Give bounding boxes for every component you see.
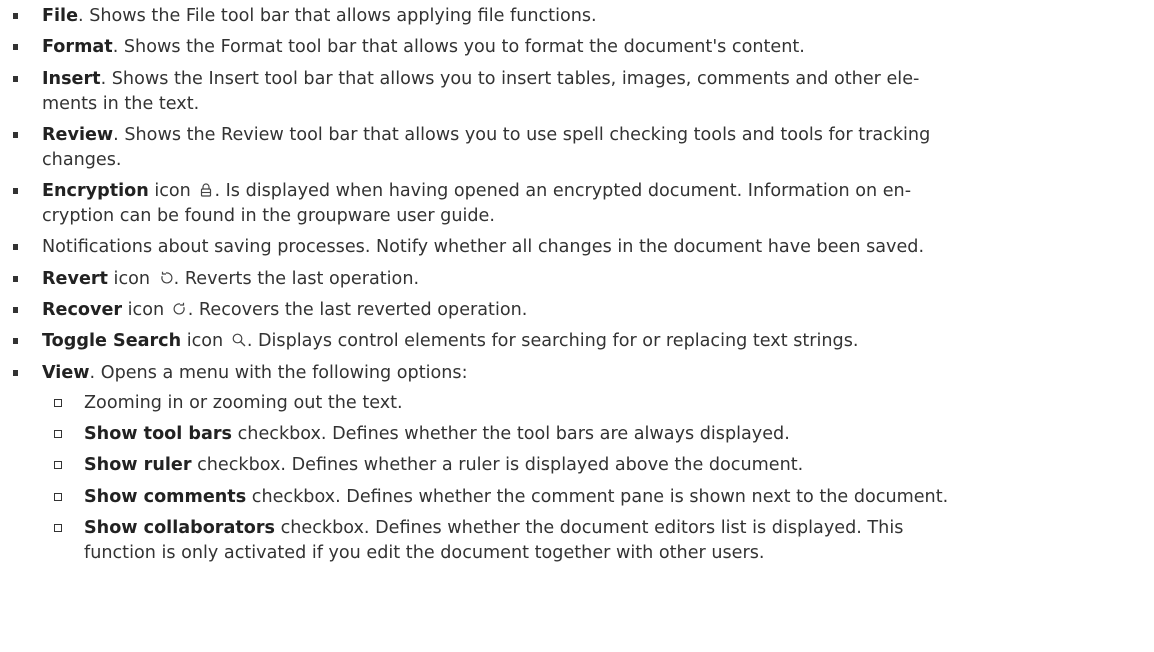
- redo-icon: [172, 301, 188, 317]
- bullet-icon: [13, 13, 18, 19]
- item-description-continued: function is only activated if you edit t…: [84, 542, 765, 563]
- item-description-continued: changes.: [42, 149, 122, 170]
- term-format: Format: [42, 37, 113, 58]
- view-option-show-ruler: Show ruler checkbox. Defines whether a r…: [0, 453, 1148, 478]
- list-item-insert: Insert. Shows the Insert tool bar that a…: [0, 67, 1154, 117]
- term-view: View: [42, 362, 90, 383]
- bullet-icon: [13, 275, 18, 282]
- view-options-list: Zooming in or zooming out the text. Show…: [42, 391, 1148, 566]
- list-item-notifications: Notifications about saving processes. No…: [0, 235, 1154, 260]
- item-description-continued: cryption can be found in the groupware u…: [42, 206, 495, 227]
- item-description: checkbox. Defines whether a ruler is dis…: [191, 455, 804, 476]
- item-description: checkbox. Defines whether the document e…: [275, 517, 904, 538]
- lock-icon: [198, 182, 214, 198]
- view-option-show-comments: Show comments checkbox. Defines whether …: [0, 485, 1148, 510]
- view-option-show-tool-bars: Show tool bars checkbox. Defines whether…: [0, 422, 1148, 447]
- search-icon: [231, 332, 247, 348]
- list-item-toggle-search: Toggle Search icon . Displays control el…: [0, 329, 1154, 354]
- view-option-zoom: Zooming in or zooming out the text.: [0, 391, 1148, 416]
- item-description: . Shows the Format tool bar that allows …: [112, 37, 805, 58]
- term-revert: Revert: [42, 268, 108, 289]
- item-description: . Shows the Insert tool bar that allows …: [100, 68, 920, 89]
- help-document: File. Shows the File tool bar that allow…: [0, 0, 1154, 566]
- icon-word: icon: [107, 268, 156, 289]
- sub-bullet-icon: [54, 523, 62, 532]
- sub-bullet-icon: [54, 429, 62, 438]
- bullet-icon: [13, 75, 18, 82]
- bullet-icon: [13, 369, 18, 376]
- list-item-recover: Recover icon . Recovers the last reverte…: [0, 298, 1154, 323]
- list-item-review: Review. Shows the Review tool bar that a…: [0, 123, 1154, 173]
- icon-word: icon: [122, 300, 170, 321]
- list-item-format: Format. Shows the Format tool bar that a…: [0, 35, 1154, 60]
- sub-bullet-icon: [54, 492, 62, 501]
- bullet-icon: [13, 44, 18, 51]
- item-description: Notifications about saving processes. No…: [42, 237, 925, 258]
- list-item-revert: Revert icon . Reverts the last operation…: [0, 267, 1154, 292]
- sub-bullet-icon: [54, 398, 62, 407]
- item-description: . Displays control elements for searchin…: [246, 331, 859, 352]
- term-encryption: Encryption: [42, 181, 149, 202]
- term-file: File: [42, 6, 79, 26]
- item-description: . Opens a menu with the following option…: [89, 362, 468, 383]
- item-description: checkbox. Defines whether the tool bars …: [232, 423, 790, 444]
- term-insert: Insert: [42, 68, 101, 89]
- term-show-comments: Show comments: [84, 486, 247, 507]
- icon-word: icon: [148, 181, 197, 202]
- term-show-ruler: Show ruler: [84, 455, 192, 476]
- view-option-show-collaborators: Show collaborators checkbox. Defines whe…: [0, 516, 1148, 566]
- item-description: . Shows the Review tool bar that allows …: [113, 124, 931, 145]
- item-description: Zooming in or zooming out the text.: [84, 392, 403, 413]
- bullet-icon: [13, 338, 18, 345]
- bullet-icon: [13, 131, 18, 138]
- list-item-file: File. Shows the File tool bar that allow…: [0, 4, 1154, 29]
- undo-icon: [158, 270, 174, 286]
- term-review: Review: [42, 124, 114, 145]
- term-show-tool-bars: Show tool bars: [84, 423, 233, 444]
- list-item-view: View. Opens a menu with the following op…: [0, 361, 1154, 566]
- term-toggle-search: Toggle Search: [42, 331, 182, 352]
- item-description: . Reverts the last operation.: [173, 268, 420, 289]
- item-description: . Shows the File tool bar that allows ap…: [78, 6, 597, 26]
- toolbar-feature-list: File. Shows the File tool bar that allow…: [0, 4, 1154, 566]
- icon-word: icon: [181, 331, 229, 352]
- term-show-collaborators: Show collaborators: [84, 517, 275, 538]
- item-description: . Is displayed when having opened an enc…: [214, 181, 912, 202]
- item-description-continued: ments in the text.: [42, 93, 200, 114]
- bullet-icon: [13, 244, 18, 251]
- item-description: . Recovers the last reverted operation.: [187, 300, 528, 321]
- item-description: checkbox. Defines whether the comment pa…: [246, 486, 949, 507]
- bullet-icon: [13, 307, 18, 314]
- term-recover: Recover: [42, 300, 123, 321]
- bullet-icon: [13, 188, 18, 195]
- list-item-encryption: Encryption icon . Is displayed when havi…: [0, 179, 1154, 229]
- sub-bullet-icon: [54, 461, 62, 470]
